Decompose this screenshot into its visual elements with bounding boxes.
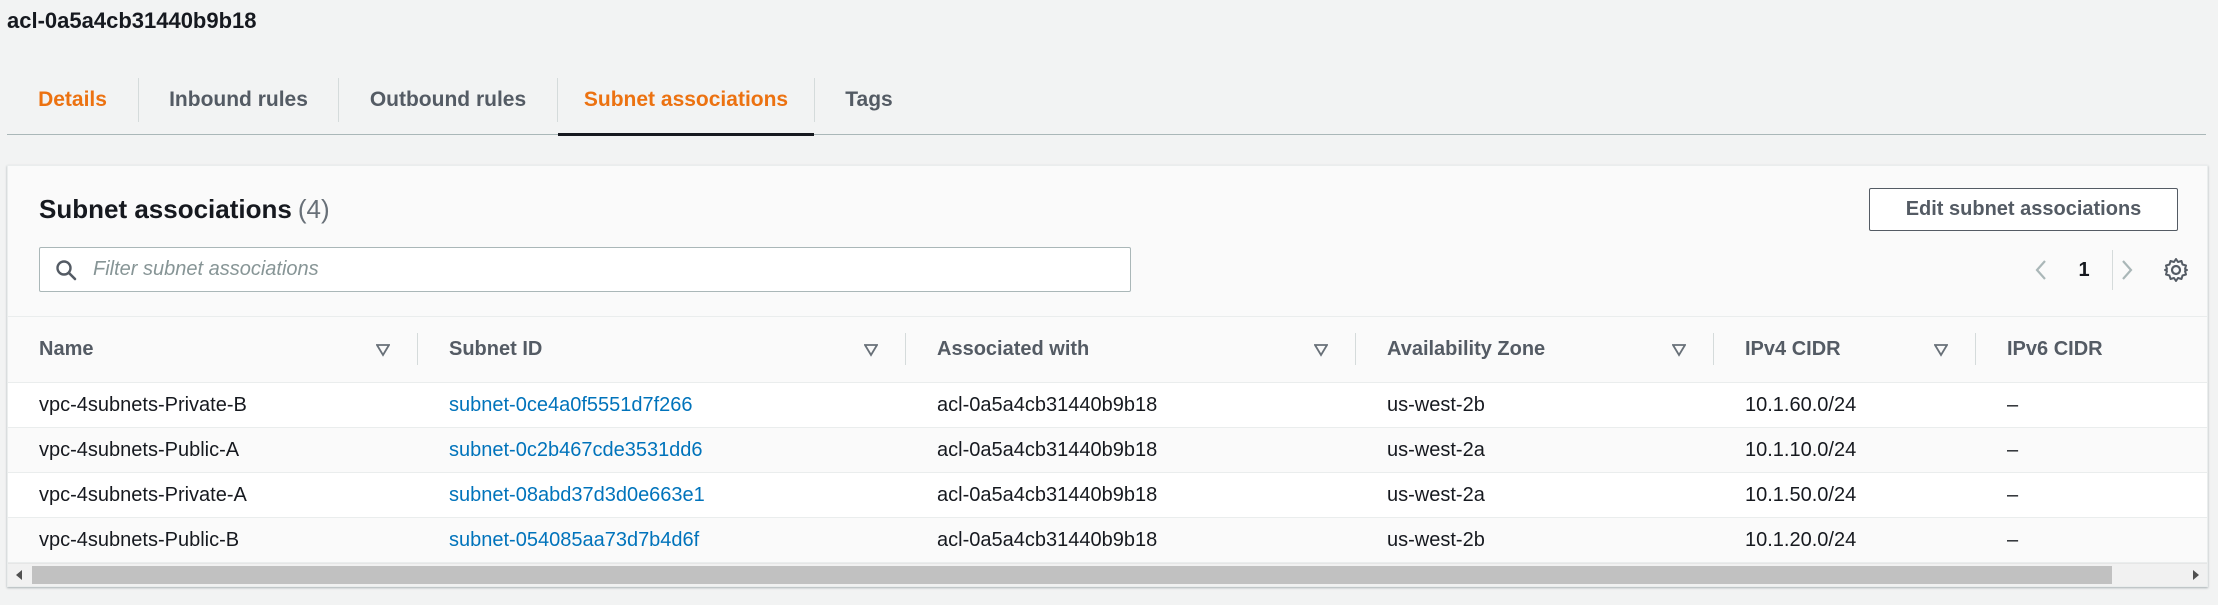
scroll-right-arrow-icon	[2193, 570, 2199, 580]
column-header-name[interactable]: Name	[8, 317, 418, 383]
table-row[interactable]: vpc-4subnets-Public-A subnet-0c2b467cde3…	[8, 427, 2207, 473]
column-label: Availability Zone	[1387, 338, 1546, 360]
cell-availability-zone: us-west-2b	[1356, 517, 1714, 563]
panel-count: (4)	[297, 194, 330, 224]
cell-associated-with: acl-0a5a4cb31440b9b18	[906, 472, 1356, 518]
cell-availability-zone: us-west-2b	[1356, 382, 1714, 428]
tab-details[interactable]: Details	[7, 66, 138, 134]
tab-bar: Details Inbound rules Outbound rules Sub…	[7, 66, 2206, 136]
chevron-left-icon	[2035, 260, 2046, 280]
subnet-id-link[interactable]: subnet-08abd37d3d0e663e1	[418, 472, 906, 518]
column-label: IPv6 CIDR	[2007, 338, 2103, 360]
column-label: Name	[39, 338, 94, 360]
table-row[interactable]: vpc-4subnets-Private-A subnet-08abd37d3d…	[8, 472, 2207, 518]
subnet-id-link[interactable]: subnet-0ce4a0f5551d7f266	[418, 382, 906, 428]
scroll-left-button[interactable]	[8, 564, 30, 586]
column-header-availability-zone[interactable]: Availability Zone	[1356, 317, 1714, 383]
pagination-divider	[2112, 250, 2113, 290]
cell-availability-zone: us-west-2a	[1356, 472, 1714, 518]
tab-tags[interactable]: Tags	[815, 66, 923, 134]
current-page-number[interactable]: 1	[2061, 259, 2107, 282]
table-row[interactable]: vpc-4subnets-Private-B subnet-0ce4a0f555…	[8, 382, 2207, 428]
scrollbar-thumb[interactable]	[32, 566, 2112, 584]
cell-ipv4-cidr: 10.1.60.0/24	[1714, 382, 1976, 428]
column-label: Associated with	[937, 338, 1090, 360]
subnet-associations-panel: Subnet associations (4) Edit subnet assoc…	[7, 165, 2208, 587]
column-label: IPv4 CIDR	[1745, 338, 1841, 360]
cell-ipv4-cidr: 10.1.20.0/24	[1714, 517, 1976, 563]
tab-outbound-rules[interactable]: Outbound rules	[339, 66, 557, 134]
column-header-subnet-id[interactable]: Subnet ID	[418, 317, 906, 383]
cell-ipv6-cidr: –	[1976, 427, 2207, 473]
horizontal-scrollbar[interactable]	[8, 563, 2207, 586]
filter-box	[39, 247, 1131, 292]
scroll-right-button[interactable]	[2185, 564, 2207, 586]
chevron-right-icon	[2122, 260, 2133, 280]
search-icon	[56, 259, 77, 280]
cell-name: vpc-4subnets-Public-A	[8, 427, 418, 473]
edit-subnet-associations-button[interactable]: Edit subnet associations	[1869, 188, 2178, 231]
cell-associated-with: acl-0a5a4cb31440b9b18	[906, 382, 1356, 428]
sort-caret-icon	[1672, 343, 1686, 357]
sort-caret-icon	[376, 343, 390, 357]
table-header-row: Name Subnet ID Associated with Availabil…	[8, 317, 2207, 383]
next-page-button[interactable]	[2107, 250, 2147, 290]
table-row[interactable]: vpc-4subnets-Public-B subnet-054085aa73d…	[8, 517, 2207, 563]
cell-availability-zone: us-west-2a	[1356, 427, 1714, 473]
subnet-id-link[interactable]: subnet-0c2b467cde3531dd6	[418, 427, 906, 473]
previous-page-button[interactable]	[2021, 250, 2061, 290]
tab-inbound-rules[interactable]: Inbound rules	[139, 66, 338, 134]
scroll-left-arrow-icon	[16, 570, 22, 580]
cell-ipv4-cidr: 10.1.10.0/24	[1714, 427, 1976, 473]
subnet-id-link[interactable]: subnet-054085aa73d7b4d6f	[418, 517, 906, 563]
sort-caret-icon	[864, 343, 878, 357]
pagination: 1	[2021, 250, 2147, 290]
cell-associated-with: acl-0a5a4cb31440b9b18	[906, 427, 1356, 473]
page-title: acl-0a5a4cb31440b9b18	[7, 8, 257, 33]
sort-caret-icon	[1934, 343, 1948, 357]
cell-name: vpc-4subnets-Private-B	[8, 382, 418, 428]
panel-title: Subnet associations (4)	[39, 194, 330, 225]
cell-name: vpc-4subnets-Private-A	[8, 472, 418, 518]
cell-associated-with: acl-0a5a4cb31440b9b18	[906, 517, 1356, 563]
cell-ipv6-cidr: –	[1976, 382, 2207, 428]
column-label: Subnet ID	[449, 338, 543, 360]
subnet-associations-table: Name Subnet ID Associated with Availabil…	[8, 317, 2207, 563]
cell-ipv6-cidr: –	[1976, 472, 2207, 518]
panel-title-text: Subnet associations	[39, 194, 292, 224]
gear-icon	[2164, 258, 2188, 282]
tab-subnet-associations[interactable]: Subnet associations	[558, 66, 814, 136]
sort-caret-icon	[1314, 343, 1328, 357]
column-header-ipv4-cidr[interactable]: IPv4 CIDR	[1714, 317, 1976, 383]
cell-ipv6-cidr: –	[1976, 517, 2207, 563]
cell-name: vpc-4subnets-Public-B	[8, 517, 418, 563]
preferences-button[interactable]	[2160, 254, 2192, 286]
cell-ipv4-cidr: 10.1.50.0/24	[1714, 472, 1976, 518]
column-header-associated-with[interactable]: Associated with	[906, 317, 1356, 383]
panel-header: Subnet associations (4) Edit subnet assoc…	[8, 166, 2207, 317]
column-header-ipv6-cidr[interactable]: IPv6 CIDR	[1976, 317, 2207, 383]
filter-input[interactable]	[91, 257, 1130, 282]
